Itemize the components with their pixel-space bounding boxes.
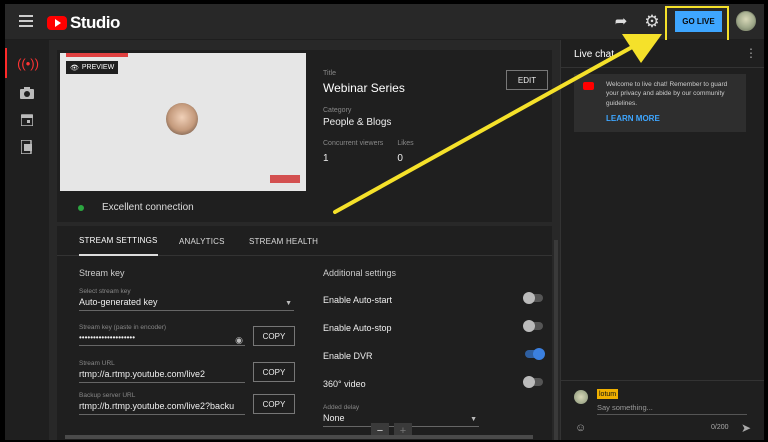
auto-stop-label: Enable Auto-stop bbox=[323, 323, 392, 333]
viewers-count: 1 bbox=[323, 153, 329, 164]
chat-composer: lotum Say something... ☺ 0/200 ➤ bbox=[561, 380, 764, 440]
stream-category: People & Blogs bbox=[323, 117, 392, 128]
connection-status: Excellent connection bbox=[102, 202, 194, 213]
stream-key-title: Stream key bbox=[79, 268, 125, 278]
additional-settings-section: Additional settings Enable Auto-start En… bbox=[323, 268, 545, 427]
chevron-down-icon: ▼ bbox=[285, 300, 292, 307]
360-video-toggle[interactable] bbox=[523, 376, 543, 388]
360-video-label: 360° video bbox=[323, 379, 366, 389]
calendar-icon[interactable] bbox=[5, 105, 49, 135]
auto-stop-row: Enable Auto-stop bbox=[323, 318, 543, 334]
stream-info: Title Webinar Series Category People & B… bbox=[323, 70, 414, 164]
thumb-banner bbox=[270, 175, 300, 183]
chat-char-count: 0/200 bbox=[711, 424, 729, 431]
studio-window: Studio ➦ ⚙ GO LIVE ((•)) 👁 PREVIEW Excel… bbox=[5, 4, 764, 440]
emoji-icon[interactable]: ☺ bbox=[575, 422, 586, 434]
send-icon[interactable]: ➤ bbox=[741, 421, 751, 435]
auto-start-toggle[interactable] bbox=[523, 292, 543, 304]
auto-stop-toggle[interactable] bbox=[523, 320, 543, 332]
tab-analytics[interactable]: ANALYTICS bbox=[179, 226, 225, 256]
thumb-tag bbox=[66, 53, 128, 57]
auto-start-row: Enable Auto-start bbox=[323, 290, 543, 306]
eye-icon: 👁 bbox=[70, 64, 79, 72]
dvr-toggle[interactable] bbox=[525, 348, 545, 360]
dvr-label: Enable DVR bbox=[323, 351, 373, 361]
stream-preview[interactable]: 👁 PREVIEW bbox=[60, 53, 306, 191]
stream-key-value: •••••••••••••••••••• bbox=[79, 333, 136, 342]
stream-key-section: Stream key Select stream key Auto-genera… bbox=[79, 268, 299, 415]
chat-title: Live chat bbox=[574, 49, 615, 60]
backup-url-label: Backup server URL bbox=[79, 392, 136, 399]
preview-badge-label: PREVIEW bbox=[81, 64, 115, 71]
avatar[interactable] bbox=[736, 11, 756, 31]
category-label: Category bbox=[323, 107, 352, 114]
likes-label: Likes bbox=[397, 140, 414, 147]
left-rail: ((•)) bbox=[5, 40, 49, 440]
delay-label: Added delay bbox=[323, 404, 360, 411]
360-video-row: 360° video bbox=[323, 374, 543, 390]
stream-key-label: Stream key (paste in encoder) bbox=[79, 324, 167, 331]
preview-badge: 👁 PREVIEW bbox=[66, 61, 119, 74]
visibility-off-icon[interactable]: ◉ bbox=[235, 335, 243, 346]
logo-text: Studio bbox=[70, 13, 120, 32]
copy-stream-url-button[interactable]: COPY bbox=[253, 362, 295, 382]
title-label: Title bbox=[323, 70, 336, 77]
main-panel: 👁 PREVIEW Excellent connection Title Web… bbox=[57, 50, 552, 440]
gear-icon[interactable]: ⚙ bbox=[643, 13, 661, 31]
welcome-text: Welcome to live chat! Remember to guard … bbox=[606, 81, 728, 107]
stream-icon[interactable]: ((•)) bbox=[5, 48, 49, 78]
copy-stream-key-button[interactable]: COPY bbox=[253, 326, 295, 346]
tab-stream-health[interactable]: STREAM HEALTH bbox=[249, 226, 318, 256]
encoder-icon[interactable] bbox=[5, 132, 49, 162]
backup-url-value: rtmp://b.rtmp.youtube.com/live2?backu bbox=[79, 401, 235, 411]
auto-start-label: Enable Auto-start bbox=[323, 295, 393, 305]
additional-settings-title: Additional settings bbox=[323, 268, 397, 278]
backup-url-field[interactable]: Backup server URL rtmp://b.rtmp.youtube.… bbox=[79, 392, 245, 415]
select-key-value: Auto-generated key bbox=[79, 297, 158, 307]
chevron-down-icon: ▼ bbox=[470, 416, 477, 423]
chat-input[interactable]: Say something... bbox=[597, 403, 653, 412]
camera-icon[interactable] bbox=[5, 78, 49, 108]
chat-header: Live chat ⋮ bbox=[561, 40, 764, 68]
more-vert-icon[interactable]: ⋮ bbox=[745, 46, 757, 60]
edit-button[interactable]: EDIT bbox=[506, 70, 548, 90]
stream-url-field[interactable]: Stream URL rtmp://a.rtmp.youtube.com/liv… bbox=[79, 360, 245, 383]
avatar bbox=[574, 390, 588, 404]
stream-url-label: Stream URL bbox=[79, 360, 115, 367]
top-bar: Studio ➦ ⚙ GO LIVE bbox=[5, 4, 764, 43]
live-chat-panel: Live chat ⋮ Welcome to live chat! Rememb… bbox=[560, 40, 764, 440]
stream-url-value: rtmp://a.rtmp.youtube.com/live2 bbox=[79, 369, 206, 379]
settings-card: STREAM SETTINGS ANALYTICS STREAM HEALTH … bbox=[57, 226, 552, 440]
youtube-icon bbox=[47, 16, 67, 30]
settings-tabs: STREAM SETTINGS ANALYTICS STREAM HEALTH bbox=[57, 226, 552, 256]
dvr-row: Enable DVR bbox=[323, 346, 545, 362]
main-scrollbar[interactable] bbox=[554, 240, 558, 440]
chat-input-underline bbox=[597, 414, 747, 415]
share-icon[interactable]: ➦ bbox=[613, 14, 629, 30]
go-live-button[interactable]: GO LIVE bbox=[675, 11, 722, 32]
horizontal-scrollbar[interactable] bbox=[65, 435, 533, 439]
stream-key-select[interactable]: Select stream key Auto-generated key ▼ bbox=[79, 288, 294, 311]
chat-welcome-message: Welcome to live chat! Remember to guard … bbox=[574, 74, 746, 132]
presenter-image bbox=[166, 103, 198, 135]
stream-title: Webinar Series bbox=[323, 81, 405, 95]
studio-logo[interactable]: Studio bbox=[47, 13, 120, 33]
select-key-label: Select stream key bbox=[79, 288, 131, 295]
youtube-icon bbox=[583, 82, 594, 90]
stream-key-field[interactable]: Stream key (paste in encoder) ••••••••••… bbox=[79, 324, 245, 346]
likes-count: 0 bbox=[397, 153, 403, 164]
tab-stream-settings[interactable]: STREAM SETTINGS bbox=[79, 226, 158, 256]
learn-more-link[interactable]: LEARN MORE bbox=[606, 114, 660, 123]
menu-icon[interactable] bbox=[19, 15, 33, 27]
viewers-label: Concurrent viewers bbox=[323, 140, 384, 147]
copy-backup-url-button[interactable]: COPY bbox=[253, 394, 295, 414]
preview-card: 👁 PREVIEW Excellent connection Title Web… bbox=[57, 50, 552, 222]
connection-status-dot bbox=[78, 205, 84, 211]
chat-username: lotum bbox=[597, 389, 619, 399]
